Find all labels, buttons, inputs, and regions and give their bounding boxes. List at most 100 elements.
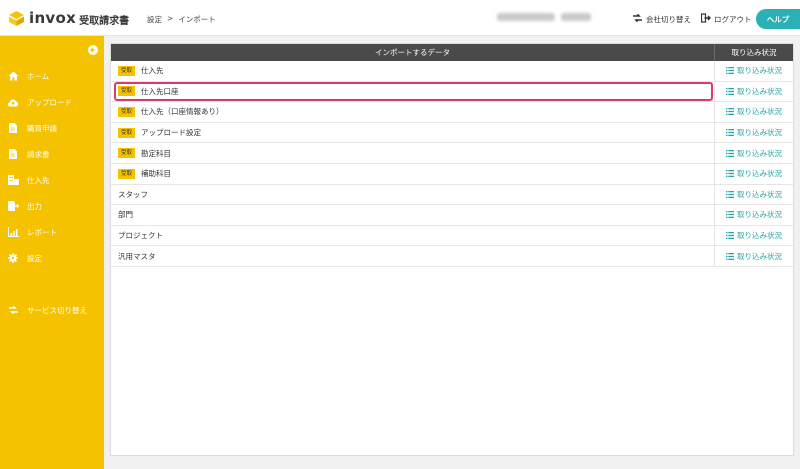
import-data-cell[interactable]: 受取 アップロード設定 (111, 122, 715, 143)
import-status-link[interactable]: 取り込み状況 (715, 246, 793, 266)
table-row: スタッフ 取り込み状況 (111, 184, 793, 206)
import-status-label: 取り込み状況 (737, 189, 782, 199)
sidebar-item-label: 出力 (27, 201, 42, 211)
import-status-label: 取り込み状況 (737, 210, 782, 220)
cloud-upload-icon (7, 96, 19, 108)
logout-label: ログアウト (714, 14, 752, 24)
import-data-label[interactable]: 汎用マスタ (118, 251, 156, 262)
logout-icon (700, 13, 711, 25)
table-row: 受取 仕入先 取り込み状況 (111, 61, 793, 82)
import-status-link[interactable]: 取り込み状況 (715, 226, 793, 246)
logo-cube-icon (8, 10, 25, 27)
arrow-left-icon (90, 47, 95, 53)
collapse-sidebar-button[interactable] (88, 45, 98, 55)
document-icon (7, 148, 19, 160)
breadcrumb: 設定 > インポート (147, 14, 216, 25)
list-icon (726, 149, 734, 157)
list-icon (726, 87, 734, 95)
import-data-cell[interactable]: 汎用マスタ (111, 246, 715, 266)
sidebar-item-label: レポート (27, 227, 57, 237)
logo-word: invox (29, 9, 77, 27)
import-table: インポートするデータ 取り込み状況 受取 仕入先 取り込み状況 受取 仕入先口座 取り込み… (110, 43, 794, 456)
import-status-link[interactable]: 取り込み状況 (715, 123, 793, 143)
invox-logo[interactable]: invox 受取請求書 (8, 9, 129, 27)
import-data-label[interactable]: プロジェクト (118, 230, 163, 241)
logout-button[interactable]: ログアウト (700, 13, 752, 25)
sidebar-item-invoice[interactable]: 請求書 (0, 146, 104, 162)
import-data-label[interactable]: アップロード設定 (141, 127, 201, 138)
import-status-label: 取り込み状況 (737, 251, 782, 261)
switch-company-label: 会社切り替え (646, 14, 691, 24)
table-row: 受取 勘定科目 取り込み状況 (111, 143, 793, 164)
sidebar-item-upload[interactable]: アップロード (0, 94, 104, 110)
import-data-label[interactable]: 補助科目 (141, 168, 171, 179)
import-data-cell[interactable]: 受取 勘定科目 (111, 143, 715, 163)
list-icon (726, 190, 734, 198)
switch-company-icon (632, 13, 643, 25)
import-status-label: 取り込み状況 (737, 107, 782, 117)
import-status-link[interactable]: 取り込み状況 (715, 61, 793, 81)
import-data-cell[interactable]: スタッフ (111, 184, 715, 205)
import-data-cell[interactable]: 部門 (111, 205, 715, 225)
sidebar-item-home[interactable]: ホーム (0, 68, 104, 84)
import-status-link[interactable]: 取り込み状況 (715, 102, 793, 122)
switch-icon (7, 304, 19, 316)
highlight-frame (114, 82, 713, 102)
table-row: 受取 補助科目 取り込み状況 (111, 164, 793, 185)
sidebar-item-settings[interactable]: 設定 (0, 250, 104, 266)
receive-badge: 受取 (118, 65, 136, 76)
import-data-label[interactable]: 部門 (118, 209, 133, 220)
list-icon (726, 108, 734, 116)
breadcrumb-settings[interactable]: 設定 (147, 14, 162, 25)
import-data-cell[interactable]: 受取 仕入先 (111, 61, 715, 81)
import-status-link[interactable]: 取り込み状況 (715, 82, 793, 102)
sidebar-item-label: 設定 (27, 253, 42, 263)
document-icon (7, 122, 19, 134)
list-icon (726, 232, 734, 240)
list-icon (726, 67, 734, 75)
table-row: 汎用マスタ 取り込み状況 (111, 246, 793, 267)
receive-badge: 受取 (118, 148, 136, 159)
sidebar-item-export[interactable]: 出力 (0, 198, 104, 214)
sidebar-item-service-switch[interactable]: サービス切り替え (0, 302, 104, 318)
sidebar-item-reports[interactable]: レポート (0, 224, 104, 240)
column-header-status: 取り込み状況 (731, 48, 777, 57)
breadcrumb-separator: > (167, 14, 174, 23)
logo-subtitle: 受取請求書 (79, 15, 130, 27)
table-row: プロジェクト 取り込み状況 (111, 225, 793, 247)
import-data-label[interactable]: スタッフ (118, 189, 148, 200)
import-data-label[interactable]: 勘定科目 (141, 148, 171, 159)
gear-icon (7, 252, 19, 264)
import-data-label[interactable]: 仕入先 (141, 65, 164, 76)
import-status-link[interactable]: 取り込み状況 (715, 205, 793, 225)
import-status-link[interactable]: 取り込み状況 (715, 143, 793, 163)
table-row: 受取 アップロード設定 取り込み状況 (111, 122, 793, 144)
import-status-label: 取り込み状況 (737, 148, 782, 158)
sidebar-item-label: 仕入先 (27, 175, 50, 185)
sidebar-item-label: ホーム (27, 71, 50, 81)
import-status-label: 取り込み状況 (737, 169, 782, 179)
building-icon (7, 174, 19, 186)
sidebar-item-label: サービス切り替え (27, 305, 87, 315)
list-icon (726, 252, 734, 260)
import-data-cell[interactable]: 受取 補助科目 (111, 164, 715, 184)
import-status-link[interactable]: 取り込み状況 (715, 164, 793, 184)
list-icon (726, 129, 734, 137)
table-row: 部門 取り込み状況 (111, 205, 793, 226)
sidebar-item-label: アップロード (27, 97, 72, 107)
import-data-cell[interactable]: 受取 仕入先（口座情報あり） (111, 102, 715, 122)
import-status-label: 取り込み状況 (737, 128, 782, 138)
import-data-label[interactable]: 仕入先（口座情報あり） (141, 106, 224, 117)
switch-company-button[interactable]: 会社切り替え (632, 13, 691, 25)
receive-badge: 受取 (118, 168, 136, 179)
table-row: 受取 仕入先（口座情報あり） 取り込み状況 (111, 102, 793, 123)
import-status-link[interactable]: 取り込み状況 (715, 185, 793, 205)
sidebar-item-label: 請求書 (27, 149, 50, 159)
sidebar-item-suppliers[interactable]: 仕入先 (0, 172, 104, 188)
help-button[interactable]: ヘルプ (756, 9, 800, 29)
sidebar-item-purchase-request[interactable]: 購買申請 (0, 120, 104, 136)
import-data-cell[interactable]: プロジェクト (111, 225, 715, 246)
blurred-user-info (497, 13, 591, 21)
list-icon (726, 170, 734, 178)
column-header-data: インポートするデータ (111, 44, 715, 61)
